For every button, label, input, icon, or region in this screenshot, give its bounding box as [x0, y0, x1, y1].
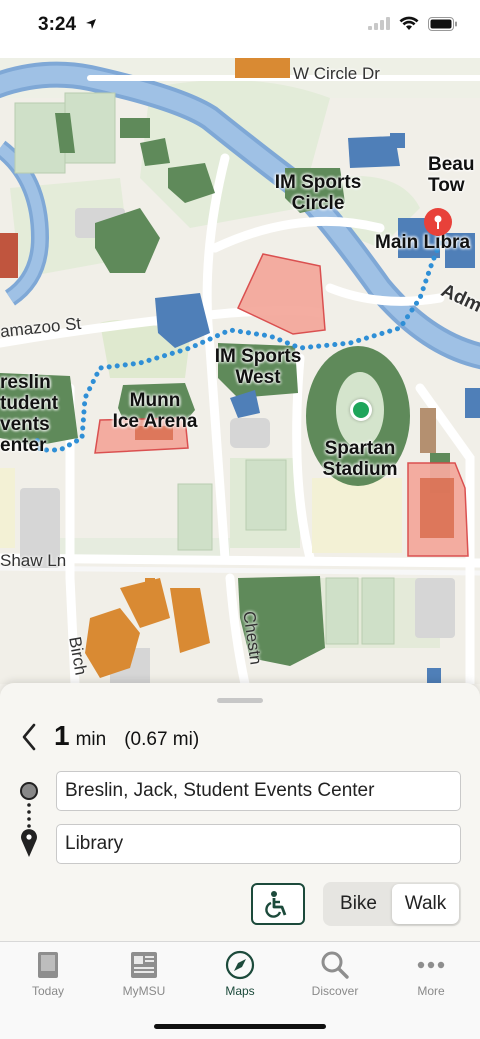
- tab-label: MyMSU: [122, 984, 166, 998]
- route-indicator-icon: [20, 782, 38, 857]
- travel-mode-toggle[interactable]: Bike Walk: [323, 882, 461, 926]
- destination-field[interactable]: Library: [56, 824, 461, 864]
- tab-today[interactable]: Today: [8, 950, 88, 998]
- origin-field[interactable]: Breslin, Jack, Student Events Center: [56, 771, 461, 811]
- signal-icon: [368, 17, 390, 30]
- tab-maps[interactable]: Maps: [200, 950, 280, 998]
- news-icon: [131, 952, 157, 978]
- status-bar: 3:24: [0, 0, 480, 58]
- tab-mymsu[interactable]: MyMSU: [104, 950, 184, 998]
- eta-summary: 1 min (0.67 mi): [54, 720, 199, 752]
- status-time: 3:24: [38, 14, 97, 36]
- location-arrow-icon: [86, 19, 97, 29]
- back-button[interactable]: [14, 719, 44, 755]
- tab-more[interactable]: More: [391, 950, 471, 998]
- street-label-shaw-ln: Shaw Ln: [0, 551, 67, 570]
- eta-value: 1: [54, 720, 70, 751]
- directions-sheet[interactable]: 1 min (0.67 mi) Breslin, Jack, Student E…: [0, 683, 480, 941]
- search-icon: [321, 951, 349, 979]
- accessibility-button[interactable]: [251, 883, 305, 925]
- map-label-breslin[interactable]: reslin tudent vents enter: [0, 372, 58, 456]
- book-icon: [38, 952, 58, 978]
- tab-bar: Today MyMSU Maps Discover More: [0, 941, 480, 1039]
- map-label-spartan-stadium[interactable]: Spartan Stadium: [300, 438, 420, 480]
- chevron-left-icon: [22, 723, 36, 751]
- wheelchair-icon: [265, 891, 287, 918]
- wifi-icon: [399, 16, 419, 30]
- clock: 3:24: [38, 14, 77, 35]
- sheet-grabber[interactable]: [217, 698, 263, 703]
- tab-label: Discover: [311, 984, 359, 998]
- mode-bike[interactable]: Bike: [325, 884, 392, 924]
- mode-walk[interactable]: Walk: [392, 884, 459, 924]
- pin-icon: [424, 208, 452, 236]
- tab-label: Maps: [225, 984, 255, 998]
- current-location-marker[interactable]: [350, 399, 372, 421]
- map-label-beau-tower[interactable]: Beau Tow: [428, 154, 474, 196]
- home-indicator: [154, 1024, 326, 1029]
- battery-icon: [428, 16, 457, 31]
- destination-pin[interactable]: [422, 207, 454, 239]
- map-label-im-sports-circle[interactable]: IM Sports Circle: [262, 172, 374, 214]
- street-label-w-circle-dr: W Circle Dr: [293, 64, 380, 83]
- more-icon: [417, 961, 445, 969]
- map-label-im-sports-west[interactable]: IM Sports West: [202, 346, 314, 388]
- route-distance: (0.67 mi): [124, 729, 200, 750]
- compass-icon: [225, 950, 255, 980]
- status-icons: [368, 16, 458, 31]
- tab-discover[interactable]: Discover: [295, 950, 375, 998]
- map-label-munn-ice-arena[interactable]: Munn Ice Arena: [100, 390, 210, 432]
- campus-map[interactable]: W Circle Dr amazoo St Adm Shaw Ln Birch …: [0, 58, 480, 684]
- eta-unit: min: [75, 729, 107, 750]
- tab-label: More: [417, 984, 445, 998]
- tab-label: Today: [31, 984, 65, 998]
